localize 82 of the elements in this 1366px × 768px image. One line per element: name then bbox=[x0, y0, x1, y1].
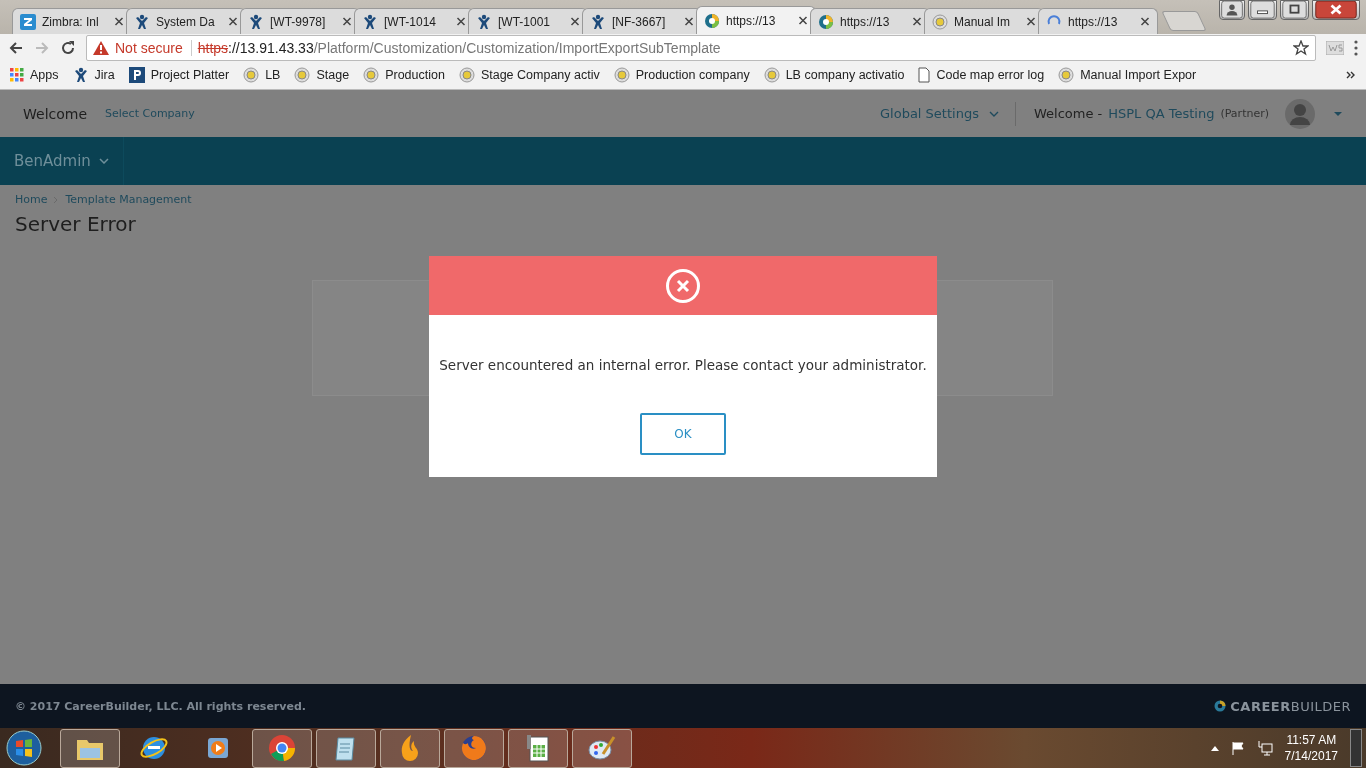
start-icon[interactable] bbox=[6, 730, 42, 766]
close-icon[interactable] bbox=[114, 17, 124, 26]
bookmark-link[interactable]: LB company activatio bbox=[785, 68, 905, 82]
chrome-icon bbox=[267, 733, 297, 763]
bookmark-link[interactable]: Code map error log bbox=[936, 68, 1045, 82]
clock-date[interactable]: 7/14/2017 bbox=[1284, 748, 1338, 764]
close-icon[interactable] bbox=[1312, 0, 1360, 20]
taskbar-button[interactable] bbox=[508, 728, 568, 768]
up-arrow-icon[interactable] bbox=[1210, 745, 1219, 751]
firefox-icon bbox=[459, 733, 489, 763]
network-icon[interactable] bbox=[1256, 740, 1273, 756]
menu-icon[interactable] bbox=[1354, 39, 1358, 56]
chevron-icon bbox=[988, 110, 999, 117]
clock-time[interactable]: 11:57 AM bbox=[1286, 732, 1337, 748]
user-icon[interactable] bbox=[1219, 0, 1245, 20]
palette-icon bbox=[587, 734, 617, 762]
taskbar-button[interactable] bbox=[444, 728, 504, 768]
p-logo-icon bbox=[128, 67, 145, 83]
chevron-icon bbox=[98, 158, 109, 164]
close-icon[interactable] bbox=[570, 17, 580, 26]
bookmark-link[interactable]: Production bbox=[385, 68, 445, 82]
z-logo-icon bbox=[20, 13, 36, 30]
url-text: https://13.91.43.33/Platform/Customization/Customization/ImportExportSubTemplate bbox=[197, 39, 722, 56]
logo-icon bbox=[1214, 700, 1227, 712]
caret-icon[interactable] bbox=[1333, 110, 1343, 117]
site-icon bbox=[458, 67, 475, 83]
close-icon[interactable] bbox=[912, 17, 922, 26]
minimize-icon[interactable] bbox=[1248, 0, 1277, 20]
close-icon[interactable] bbox=[456, 17, 466, 26]
back-icon[interactable] bbox=[8, 39, 24, 56]
spreadsheet-icon bbox=[524, 733, 552, 763]
cb-logo-icon bbox=[704, 12, 720, 29]
chevron-icon[interactable] bbox=[1346, 71, 1356, 79]
taskbar-button[interactable] bbox=[380, 728, 440, 768]
apps-grid-icon bbox=[10, 68, 24, 82]
close-icon[interactable] bbox=[342, 17, 352, 26]
careerbuilder-logo-text: CAREERBUILDER bbox=[1230, 698, 1351, 714]
close-icon[interactable] bbox=[684, 17, 694, 26]
bookmark-link[interactable]: LB bbox=[265, 68, 281, 82]
close-icon[interactable] bbox=[1140, 17, 1150, 26]
close-icon[interactable] bbox=[1026, 17, 1036, 26]
star-icon[interactable] bbox=[1293, 39, 1309, 56]
taskbar-button[interactable] bbox=[572, 728, 632, 768]
taskbar-button[interactable] bbox=[60, 728, 120, 768]
taskbar-button[interactable] bbox=[252, 728, 312, 768]
taskbar-button[interactable] bbox=[316, 728, 376, 768]
security-label[interactable]: Not secure bbox=[115, 39, 192, 56]
reload-icon[interactable] bbox=[60, 39, 76, 56]
bookmark-link[interactable]: Production company bbox=[635, 68, 750, 82]
bookmark-link[interactable]: Project Platter bbox=[150, 68, 230, 82]
site-icon bbox=[613, 67, 630, 83]
welcome-user-text: Welcome - bbox=[1033, 106, 1103, 121]
ok-button[interactable]: OK bbox=[640, 413, 726, 455]
bookmark-link[interactable]: Jira bbox=[94, 68, 115, 82]
close-icon[interactable] bbox=[798, 16, 808, 25]
copyright-text: © 2017 CareerBuilder, LLC. All rights reserved. bbox=[15, 699, 306, 713]
close-icon[interactable] bbox=[228, 17, 238, 26]
flag-icon[interactable] bbox=[1230, 741, 1245, 755]
welcome-text: Welcome bbox=[23, 105, 88, 122]
site-icon bbox=[294, 67, 311, 83]
site-icon bbox=[243, 67, 260, 83]
show-desktop-button[interactable] bbox=[1350, 729, 1362, 767]
site-icon bbox=[763, 67, 780, 83]
bookmark-link[interactable]: Apps bbox=[30, 68, 59, 82]
bookmark-link[interactable]: Stage bbox=[316, 68, 350, 82]
site-icon bbox=[363, 67, 380, 83]
play-icon bbox=[205, 735, 231, 761]
avatar-icon[interactable] bbox=[1285, 98, 1315, 129]
page-title: Server Error bbox=[15, 212, 137, 236]
page-icon bbox=[918, 67, 931, 83]
error-message: Server encountered an internal error. Please contact your administrator. bbox=[439, 357, 927, 373]
bookmark-link[interactable]: Stage Company activ bbox=[480, 68, 600, 82]
bookmark-link[interactable]: Manual Import Expor bbox=[1080, 68, 1197, 82]
site-icon bbox=[1058, 67, 1075, 83]
address-bar[interactable]: Not secure https://13.91.43.33/Platform/Customization/Customization/ImportExportSubTemplate bbox=[86, 34, 1316, 61]
site-icon bbox=[932, 13, 948, 30]
user-role: (Partner) bbox=[1220, 107, 1269, 120]
maximize-icon[interactable] bbox=[1280, 0, 1309, 20]
warning-icon bbox=[93, 40, 109, 55]
browser-tab[interactable]: https://13 bbox=[1038, 8, 1158, 34]
error-icon bbox=[665, 267, 701, 304]
cb-logo-icon bbox=[818, 13, 834, 30]
